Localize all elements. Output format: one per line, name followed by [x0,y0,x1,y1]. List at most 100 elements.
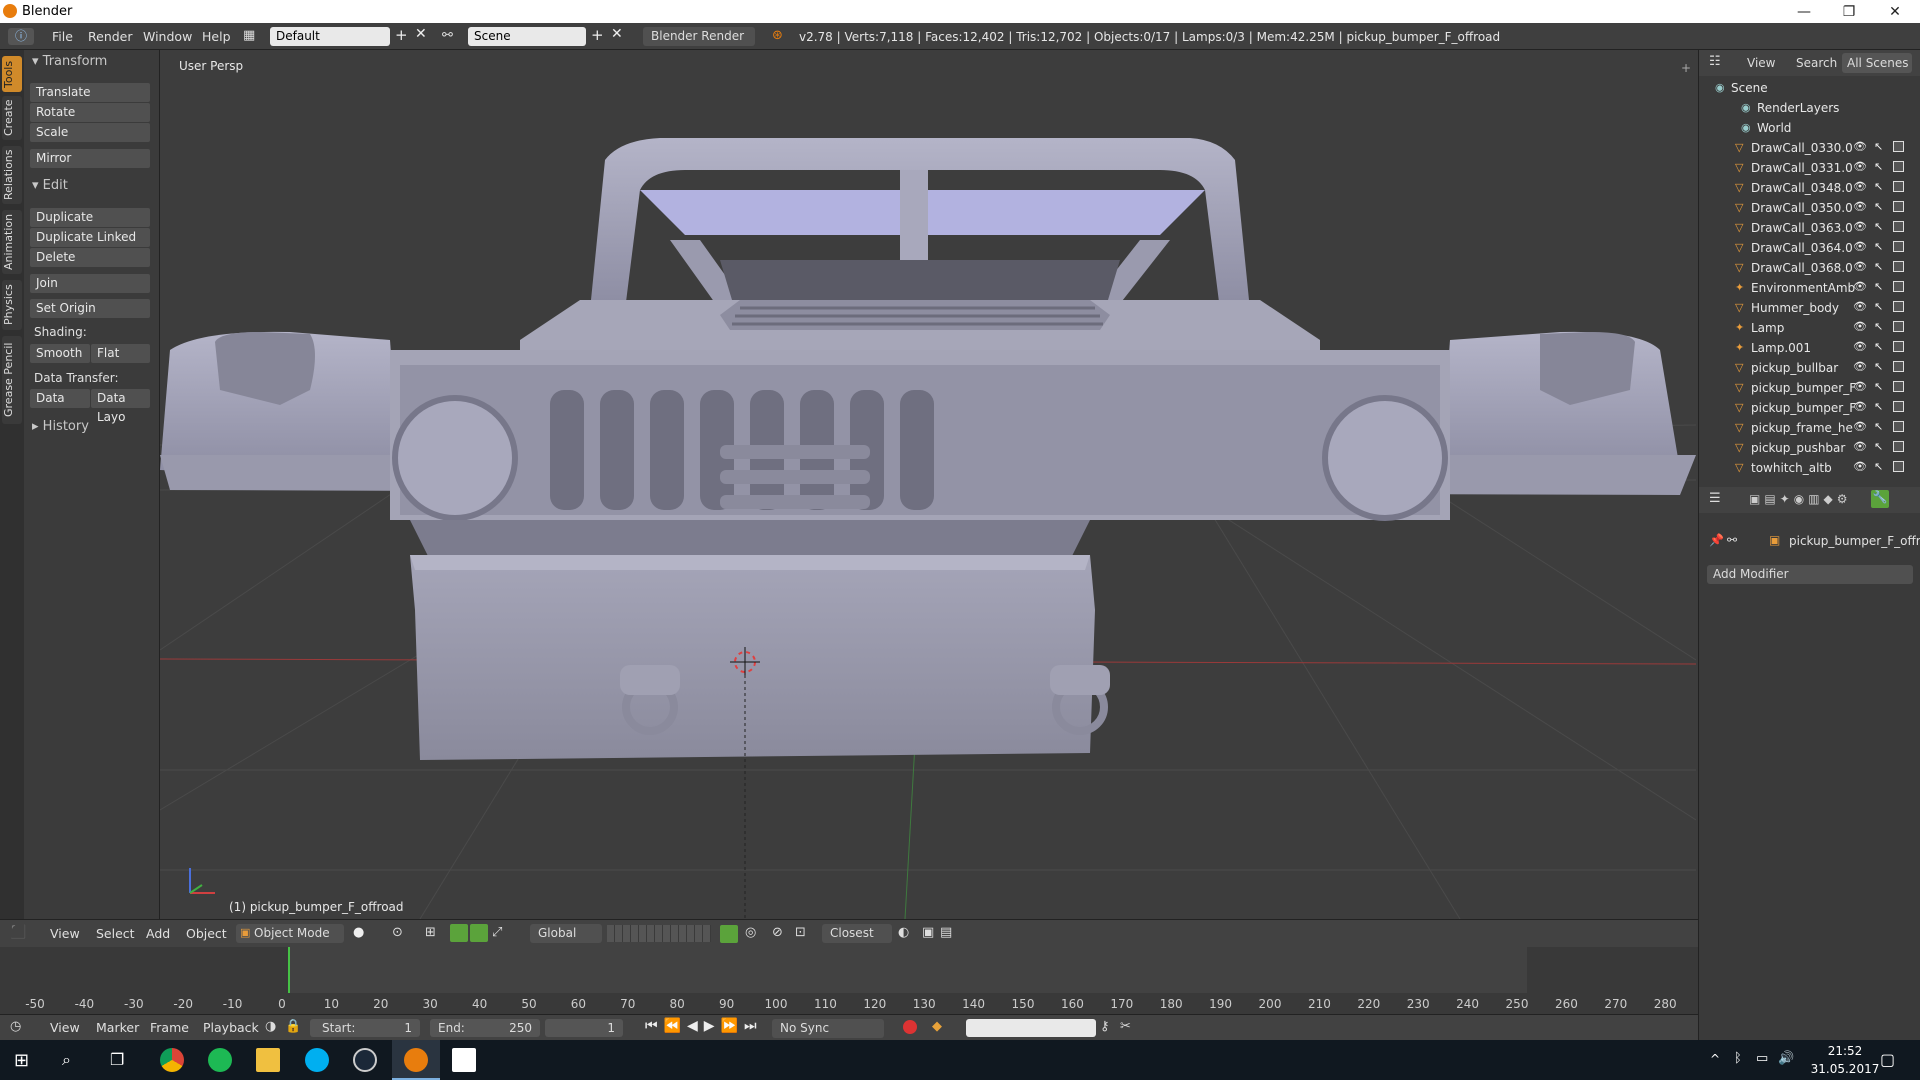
tab-physics[interactable]: Physics [2,280,22,330]
keying-set-field[interactable] [966,1019,1096,1037]
spotify-icon[interactable] [208,1048,232,1072]
render-camera-icon[interactable] [1893,461,1904,472]
use-preview-range-icon[interactable]: ◑ [265,1019,276,1034]
viewport-shading-icon[interactable]: ● [353,925,364,940]
set-origin-dropdown[interactable]: Set Origin [30,299,150,318]
selectable-cursor-icon[interactable]: ↖ [1874,200,1883,213]
show-hidden-icons[interactable]: ^ [1710,1052,1720,1066]
join-button[interactable]: Join [30,274,150,293]
proportional-edit-icon[interactable]: ◎ [745,925,756,940]
menu-view[interactable]: View [50,926,80,941]
visibility-eye-icon[interactable]: 👁 [1853,400,1867,413]
search-icon[interactable]: ⌕ [62,1050,71,1070]
skype-icon[interactable] [305,1048,329,1072]
outliner-item[interactable]: ▽ DrawCall_0348.0 👁 ↖ [1699,178,1920,198]
render-camera-icon[interactable] [1893,281,1904,292]
visibility-eye-icon[interactable]: 👁 [1853,160,1867,173]
steam-icon[interactable] [353,1048,377,1072]
snap-element-icon[interactable]: ⊡ [795,925,806,940]
outliner-item[interactable]: ▽ pickup_frame_he 👁 ↖ [1699,418,1920,438]
render-camera-icon[interactable] [1893,181,1904,192]
render-camera-icon[interactable] [1893,161,1904,172]
outliner-item[interactable]: ✦ EnvironmentAmb 👁 ↖ [1699,278,1920,298]
menu-file[interactable]: File [42,29,83,44]
outliner-item[interactable]: ▽ DrawCall_0363.0 👁 ↖ [1699,218,1920,238]
outliner-item[interactable]: ▽ DrawCall_0368.0 👁 ↖ [1699,258,1920,278]
outliner-item[interactable]: ▽ pickup_bullbar 👁 ↖ [1699,358,1920,378]
chrome-icon[interactable] [160,1048,184,1072]
outliner-item[interactable]: ◉ Scene [1699,78,1920,98]
record-icon[interactable] [903,1020,917,1034]
clock-date[interactable]: 31.05.2017 [1810,1062,1880,1076]
keyframe-icon[interactable]: ◆ [932,1019,942,1034]
pivot-icon[interactable]: ⊙ [392,925,403,940]
playback-controls[interactable]: ⏮⏪◀▶⏩⏭ [645,1018,763,1034]
rotate-manipulator-icon[interactable] [470,924,488,942]
scene-field[interactable]: Scene [468,27,586,46]
render-engine-dropdown[interactable]: Blender Render [643,27,755,46]
translate-button[interactable]: Translate [30,83,150,102]
outliner-item[interactable]: ▽ Hummer_body 👁 ↖ [1699,298,1920,318]
snap-target-dropdown[interactable]: Closest [822,924,892,943]
delete-button[interactable]: Delete [30,248,150,267]
outliner-item[interactable]: ✦ Lamp.001 👁 ↖ [1699,338,1920,358]
remove-layout-icon[interactable]: ✕ [415,26,427,42]
selectable-cursor-icon[interactable]: ↖ [1874,340,1883,353]
outliner-search-menu[interactable]: Search [1796,56,1837,70]
info-editor-icon[interactable]: ⓘ [8,28,34,45]
scale-manipulator-icon[interactable]: ⤢ [492,925,502,940]
scale-button[interactable]: Scale [30,123,150,142]
outliner-item[interactable]: ◉ World [1699,118,1920,138]
sync-mode-dropdown[interactable]: No Sync [772,1019,884,1038]
selectable-cursor-icon[interactable]: ↖ [1874,260,1883,273]
windows-start-icon[interactable]: ⊞ [14,1050,29,1071]
view3d-editor-icon[interactable]: ⬛ [10,925,26,940]
menu-help[interactable]: Help [192,29,241,44]
selectable-cursor-icon[interactable]: ↖ [1874,360,1883,373]
render-camera-icon[interactable] [1893,421,1904,432]
render-camera-icon[interactable] [1893,261,1904,272]
current-frame-field[interactable]: 1 [545,1019,623,1037]
outliner-item[interactable]: ▽ towhitch_altb 👁 ↖ [1699,458,1920,478]
visibility-eye-icon[interactable]: 👁 [1853,260,1867,273]
visibility-eye-icon[interactable]: 👁 [1853,220,1867,233]
tab-tools[interactable]: Tools [2,56,22,92]
selectable-cursor-icon[interactable]: ↖ [1874,460,1883,473]
outliner-item[interactable]: ▽ DrawCall_0331.0 👁 ↖ [1699,158,1920,178]
render-camera-icon[interactable] [1893,141,1904,152]
minimize-button[interactable]: — [1781,0,1827,23]
visibility-eye-icon[interactable]: 👁 [1853,460,1867,473]
visibility-eye-icon[interactable]: 👁 [1853,420,1867,433]
visibility-eye-icon[interactable]: 👁 [1853,320,1867,333]
add-modifier-dropdown[interactable]: Add Modifier [1707,565,1913,584]
link-icon[interactable]: ⚯ [1727,533,1737,547]
bluetooth-icon[interactable]: ᛒ [1734,1051,1742,1066]
visibility-eye-icon[interactable]: 👁 [1853,180,1867,193]
photos-icon[interactable] [452,1048,476,1072]
tab-create[interactable]: Create [2,96,22,140]
outliner-view-menu[interactable]: View [1747,56,1775,70]
outliner-editor-icon[interactable]: ☷ [1709,54,1721,69]
selectable-cursor-icon[interactable]: ↖ [1874,380,1883,393]
timeline-menu-frame[interactable]: Frame [150,1020,189,1035]
outliner-item[interactable]: ▽ DrawCall_0350.0 👁 ↖ [1699,198,1920,218]
menu-add[interactable]: Add [146,926,170,941]
render-camera-icon[interactable] [1893,341,1904,352]
selectable-cursor-icon[interactable]: ↖ [1874,300,1883,313]
selectable-cursor-icon[interactable]: ↖ [1874,420,1883,433]
notifications-icon[interactable]: ▢ [1880,1050,1895,1069]
selectable-cursor-icon[interactable]: ↖ [1874,320,1883,333]
clock-time[interactable]: 21:52 [1810,1044,1880,1058]
render-camera-icon[interactable] [1893,201,1904,212]
outliner-item[interactable]: ✦ Lamp 👁 ↖ [1699,318,1920,338]
visibility-eye-icon[interactable]: 👁 [1853,240,1867,253]
translate-manipulator-icon[interactable] [450,924,468,942]
edit-panel-header[interactable]: ▾ Edit [32,178,68,193]
visibility-eye-icon[interactable]: 👁 [1853,360,1867,373]
add-scene-icon[interactable]: + [591,26,604,44]
selectable-cursor-icon[interactable]: ↖ [1874,160,1883,173]
modifiers-tab-icon[interactable]: 🔧 [1871,490,1889,508]
lock-layers-icon[interactable] [720,925,738,943]
visibility-eye-icon[interactable]: 👁 [1853,380,1867,393]
outliner-item[interactable]: ▽ pickup_pushbar 👁 ↖ [1699,438,1920,458]
